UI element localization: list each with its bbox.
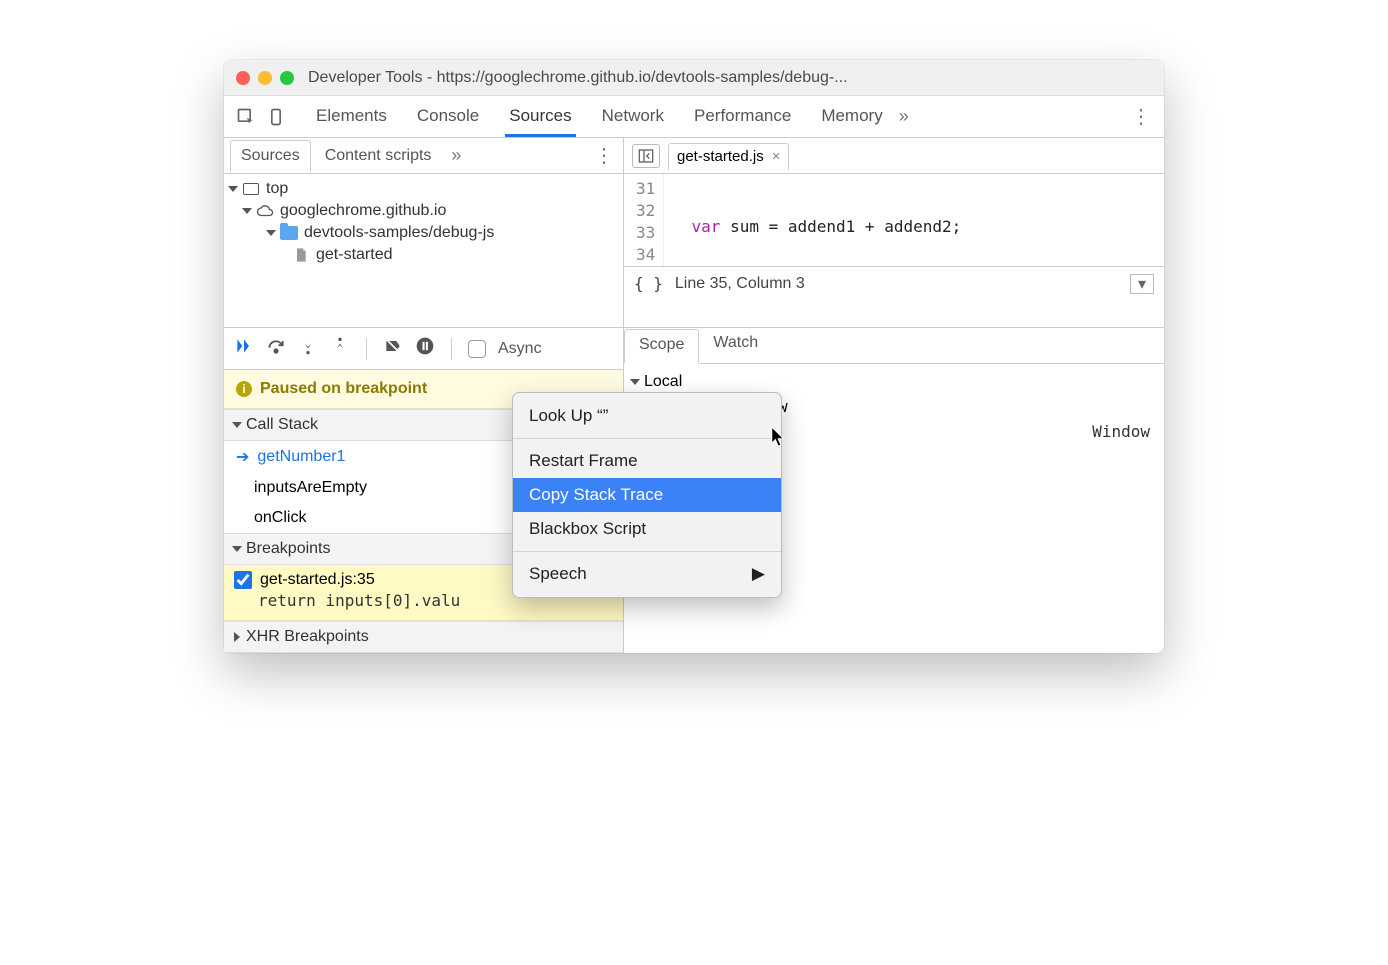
navigator-menu-icon[interactable]: ⋮: [591, 143, 617, 168]
deactivate-breakpoints-icon[interactable]: [383, 336, 403, 361]
editor-tab-getstarted[interactable]: get-started.js ×: [668, 143, 789, 171]
tab-network[interactable]: Network: [598, 97, 668, 137]
pretty-print-icon[interactable]: { }: [634, 274, 663, 293]
tree-folder-label: devtools-samples/debug-js: [304, 224, 494, 242]
disclosure-icon[interactable]: [234, 632, 240, 642]
titlebar: Developer Tools - https://googlechrome.g…: [224, 60, 1164, 96]
resume-icon[interactable]: [234, 336, 254, 361]
tree-domain[interactable]: googlechrome.github.io: [230, 200, 617, 222]
menu-separator: [513, 551, 781, 552]
subtab-content-scripts[interactable]: Content scripts: [315, 141, 442, 171]
info-icon: i: [236, 381, 252, 397]
tree-file-label: get-started: [316, 246, 392, 264]
settings-menu-icon[interactable]: ⋮: [1128, 104, 1154, 129]
disclosure-icon[interactable]: [232, 546, 242, 552]
panel-tabs: Elements Console Sources Network Perform…: [312, 97, 887, 137]
line-number: 33: [636, 222, 655, 244]
minimize-window-button[interactable]: [258, 71, 272, 85]
tab-watch[interactable]: Watch: [699, 328, 772, 363]
toggle-navigator-icon[interactable]: [632, 144, 660, 168]
step-into-icon[interactable]: [298, 336, 318, 361]
async-label: Async: [498, 340, 542, 358]
cloud-icon: [256, 202, 274, 220]
code-lines: var sum = addend1 + addend2; label.textC…: [664, 174, 1104, 266]
zoom-window-button[interactable]: [280, 71, 294, 85]
debugger-toolbar: Async: [224, 328, 623, 370]
editor-tabs: get-started.js ×: [624, 138, 1164, 174]
code-editor[interactable]: 31 32 33 34 var sum = addend1 + addend2;…: [624, 174, 1164, 266]
file-icon: [292, 246, 310, 264]
breakpoint-label: get-started.js:35: [260, 571, 375, 589]
more-subtabs-icon[interactable]: »: [445, 145, 467, 166]
xhr-breakpoints-header[interactable]: XHR Breakpoints: [224, 621, 623, 653]
tree-file[interactable]: get-started: [230, 244, 617, 266]
disclosure-icon[interactable]: [630, 379, 640, 385]
more-tabs-icon[interactable]: »: [893, 106, 915, 127]
tab-performance[interactable]: Performance: [690, 97, 795, 137]
window-title: Developer Tools - https://googlechrome.g…: [308, 69, 848, 87]
menu-separator: [513, 438, 781, 439]
editor-dropdown-icon[interactable]: ▾: [1130, 274, 1154, 294]
current-frame-icon: ➔: [236, 447, 249, 467]
line-number: 32: [636, 200, 655, 222]
context-restart-frame[interactable]: Restart Frame: [513, 444, 781, 478]
context-copy-stack-trace[interactable]: Copy Stack Trace: [513, 478, 781, 512]
context-menu: Look Up “” Restart Frame Copy Stack Trac…: [512, 392, 782, 598]
step-out-icon[interactable]: [330, 336, 350, 361]
mouse-cursor-icon: [770, 425, 788, 447]
async-checkbox[interactable]: [468, 340, 486, 358]
folder-icon: [280, 224, 298, 242]
breakpoint-checkbox[interactable]: [234, 571, 252, 589]
subtab-sources[interactable]: Sources: [230, 140, 311, 173]
tab-elements[interactable]: Elements: [312, 97, 391, 137]
paused-text: Paused on breakpoint: [260, 380, 427, 398]
editor-tab-label: get-started.js: [677, 148, 764, 165]
editor-pane: get-started.js × 31 32 33 34 var sum = a…: [624, 138, 1164, 327]
cursor-position: Line 35, Column 3: [675, 275, 805, 293]
navigator-pane: Sources Content scripts » ⋮ top google: [224, 138, 624, 327]
disclosure-icon[interactable]: [232, 422, 242, 428]
tree-domain-label: googlechrome.github.io: [280, 202, 446, 220]
close-window-button[interactable]: [236, 71, 250, 85]
context-lookup[interactable]: Look Up “”: [513, 399, 781, 433]
devtools-tabbar: Elements Console Sources Network Perform…: [224, 96, 1164, 138]
scope-watch-tabs: Scope Watch: [624, 328, 1164, 364]
devtools-window: Developer Tools - https://googlechrome.g…: [224, 60, 1164, 653]
inspect-icon[interactable]: [234, 105, 258, 129]
editor-statusbar: { } Line 35, Column 3 ▾: [624, 266, 1164, 300]
scope-local[interactable]: Local: [632, 370, 1156, 394]
context-speech[interactable]: Speech ▶: [513, 557, 781, 591]
frame-icon: [242, 180, 260, 198]
tab-memory[interactable]: Memory: [817, 97, 886, 137]
sources-main: Sources Content scripts » ⋮ top google: [224, 138, 1164, 328]
window-controls: [236, 71, 294, 85]
line-number: 34: [636, 244, 655, 266]
device-toolbar-icon[interactable]: [264, 105, 288, 129]
gutter: 31 32 33 34: [624, 174, 664, 266]
tab-scope[interactable]: Scope: [624, 329, 699, 364]
tree-folder[interactable]: devtools-samples/debug-js: [230, 222, 617, 244]
tab-console[interactable]: Console: [413, 97, 483, 137]
disclosure-icon[interactable]: [242, 208, 252, 214]
tree-top-label: top: [266, 180, 288, 198]
debugger-left: Async i Paused on breakpoint Call Stack …: [224, 328, 624, 653]
pause-on-exceptions-icon[interactable]: [415, 336, 435, 361]
file-tree: top googlechrome.github.io devtools-samp…: [224, 174, 623, 270]
navigator-subtabs: Sources Content scripts » ⋮: [224, 138, 623, 174]
step-over-icon[interactable]: [266, 336, 286, 361]
disclosure-icon[interactable]: [266, 230, 276, 236]
submenu-arrow-icon: ▶: [752, 564, 765, 584]
disclosure-icon[interactable]: [228, 186, 238, 192]
context-blackbox-script[interactable]: Blackbox Script: [513, 512, 781, 546]
close-tab-icon[interactable]: ×: [772, 148, 781, 165]
tab-sources[interactable]: Sources: [505, 97, 575, 137]
debugger-pane: Async i Paused on breakpoint Call Stack …: [224, 328, 1164, 653]
tree-top[interactable]: top: [230, 178, 617, 200]
line-number: 31: [636, 178, 655, 200]
